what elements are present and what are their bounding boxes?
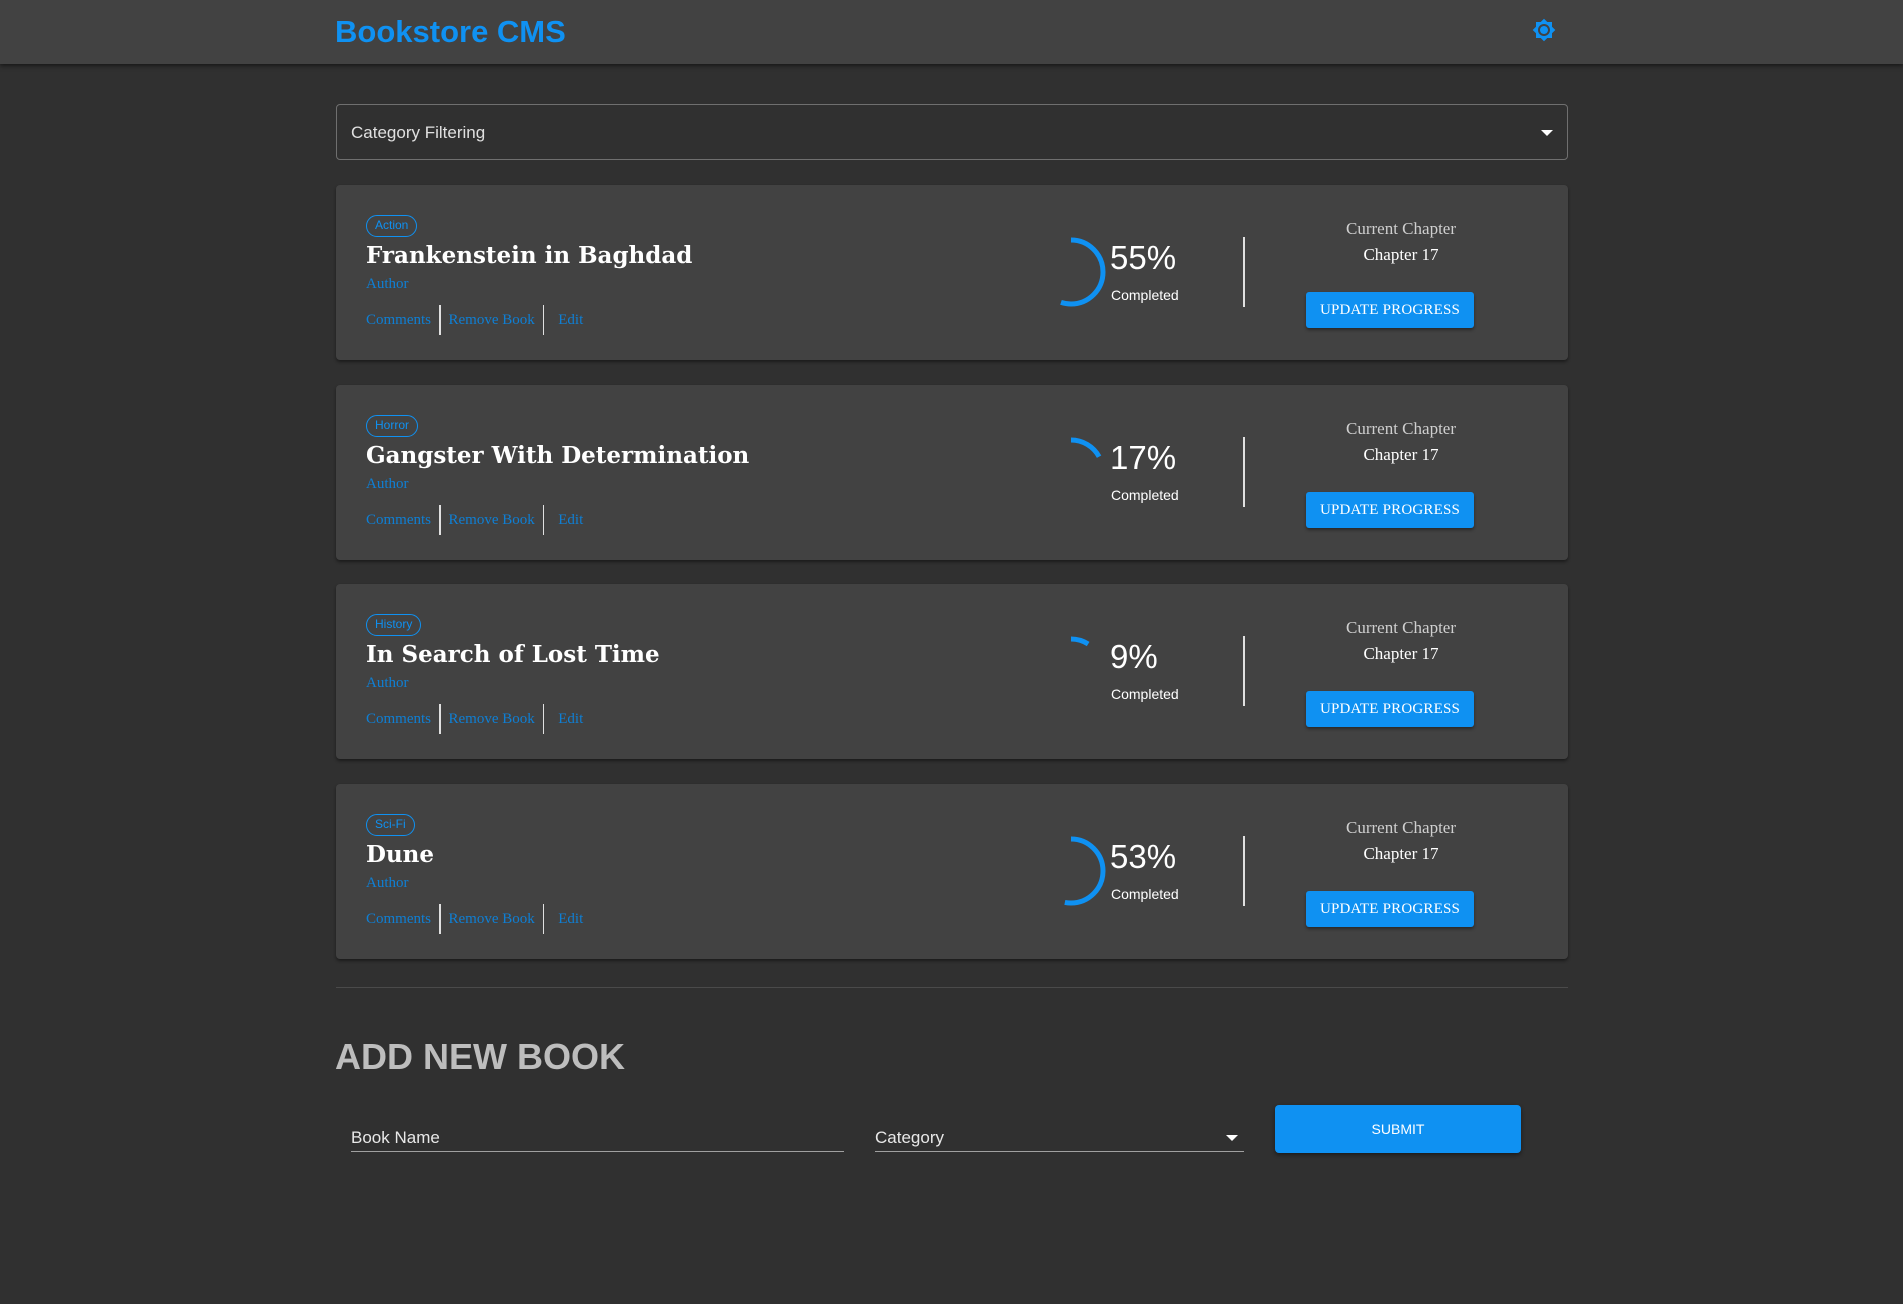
book-title: In Search of Lost Time (366, 641, 660, 668)
app-header: Bookstore CMS (0, 0, 1903, 64)
brightness-settings-icon (1532, 18, 1556, 47)
chevron-down-icon (1541, 130, 1553, 136)
divider (439, 505, 441, 535)
progress-ring (1036, 437, 1106, 507)
category-filter-label: Category Filtering (351, 123, 486, 142)
book-actions: Comments Remove Book Edit (366, 505, 583, 535)
category-badge: Horror (366, 415, 419, 437)
update-progress-button[interactable]: UPDATE PROGRESS (1306, 691, 1474, 727)
edit-button[interactable]: Edit (558, 512, 583, 529)
remove-book-button[interactable]: Remove Book (449, 512, 535, 529)
completed-label: Completed (1111, 487, 1179, 503)
book-actions: Comments Remove Book Edit (366, 305, 583, 335)
category-filter-select[interactable]: Category Filtering (336, 104, 1568, 160)
theme-toggle-button[interactable] (1528, 18, 1560, 46)
category-select[interactable]: Category (875, 1122, 1244, 1152)
book-card: Action Frankenstein in Baghdad Author Co… (336, 185, 1568, 360)
divider (439, 305, 441, 335)
divider (439, 704, 441, 734)
current-chapter-label: Current Chapter (1346, 419, 1456, 438)
current-chapter-value: Chapter 17 (1363, 644, 1439, 663)
update-progress-button[interactable]: UPDATE PROGRESS (1306, 492, 1474, 528)
add-book-title: ADD NEW BOOK (335, 1036, 625, 1077)
section-divider (336, 987, 1568, 988)
divider (542, 704, 545, 734)
divider (439, 904, 441, 934)
chevron-down-icon (1226, 1135, 1238, 1141)
remove-book-button[interactable]: Remove Book (449, 911, 535, 928)
update-progress-button[interactable]: UPDATE PROGRESS (1306, 891, 1474, 927)
progress-percent: 9% (1110, 638, 1158, 675)
book-author[interactable]: Author (366, 675, 409, 692)
submit-button[interactable]: SUBMIT (1275, 1105, 1521, 1153)
category-badge: Action (366, 215, 418, 237)
current-chapter-value: Chapter 17 (1363, 245, 1439, 264)
book-card: History In Search of Lost Time Author Co… (336, 584, 1568, 759)
current-chapter-value: Chapter 17 (1363, 445, 1439, 464)
divider (542, 505, 545, 535)
book-name-input[interactable]: Book Name (351, 1122, 844, 1152)
book-card: Sci-Fi Dune Author Comments Remove Book … (336, 784, 1568, 959)
app-title[interactable]: Bookstore CMS (335, 14, 566, 50)
divider (542, 904, 545, 934)
book-card: Horror Gangster With Determination Autho… (336, 385, 1568, 560)
book-actions: Comments Remove Book Edit (366, 904, 583, 934)
book-author[interactable]: Author (366, 476, 409, 493)
completed-label: Completed (1111, 686, 1179, 702)
edit-button[interactable]: Edit (558, 911, 583, 928)
comments-button[interactable]: Comments (366, 512, 431, 529)
vertical-divider (1243, 237, 1245, 307)
progress-ring (1036, 237, 1106, 307)
completed-label: Completed (1111, 287, 1179, 303)
comments-button[interactable]: Comments (366, 911, 431, 928)
progress-ring (1036, 636, 1106, 706)
completed-label: Completed (1111, 886, 1179, 902)
current-chapter-label: Current Chapter (1346, 618, 1456, 637)
book-author[interactable]: Author (366, 875, 409, 892)
update-progress-button[interactable]: UPDATE PROGRESS (1306, 292, 1474, 328)
remove-book-button[interactable]: Remove Book (449, 312, 535, 329)
comments-button[interactable]: Comments (366, 711, 431, 728)
book-name-label: Book Name (351, 1128, 440, 1147)
book-title: Dune (366, 841, 435, 868)
book-author[interactable]: Author (366, 276, 409, 293)
remove-book-button[interactable]: Remove Book (449, 711, 535, 728)
current-chapter-label: Current Chapter (1346, 818, 1456, 837)
current-chapter-label: Current Chapter (1346, 219, 1456, 238)
edit-button[interactable]: Edit (558, 711, 583, 728)
book-title: Gangster With Determination (366, 442, 750, 469)
category-badge: Sci-Fi (366, 814, 415, 836)
book-actions: Comments Remove Book Edit (366, 704, 583, 734)
divider (542, 305, 545, 335)
category-select-label: Category (875, 1128, 944, 1147)
vertical-divider (1243, 836, 1245, 906)
progress-ring (1036, 836, 1106, 906)
progress-percent: 55% (1110, 239, 1177, 276)
vertical-divider (1243, 437, 1245, 507)
current-chapter-value: Chapter 17 (1363, 844, 1439, 863)
vertical-divider (1243, 636, 1245, 706)
book-title: Frankenstein in Baghdad (366, 242, 693, 269)
category-badge: History (366, 614, 422, 636)
edit-button[interactable]: Edit (558, 312, 583, 329)
comments-button[interactable]: Comments (366, 312, 431, 329)
progress-percent: 53% (1110, 838, 1177, 875)
progress-percent: 17% (1110, 439, 1177, 476)
